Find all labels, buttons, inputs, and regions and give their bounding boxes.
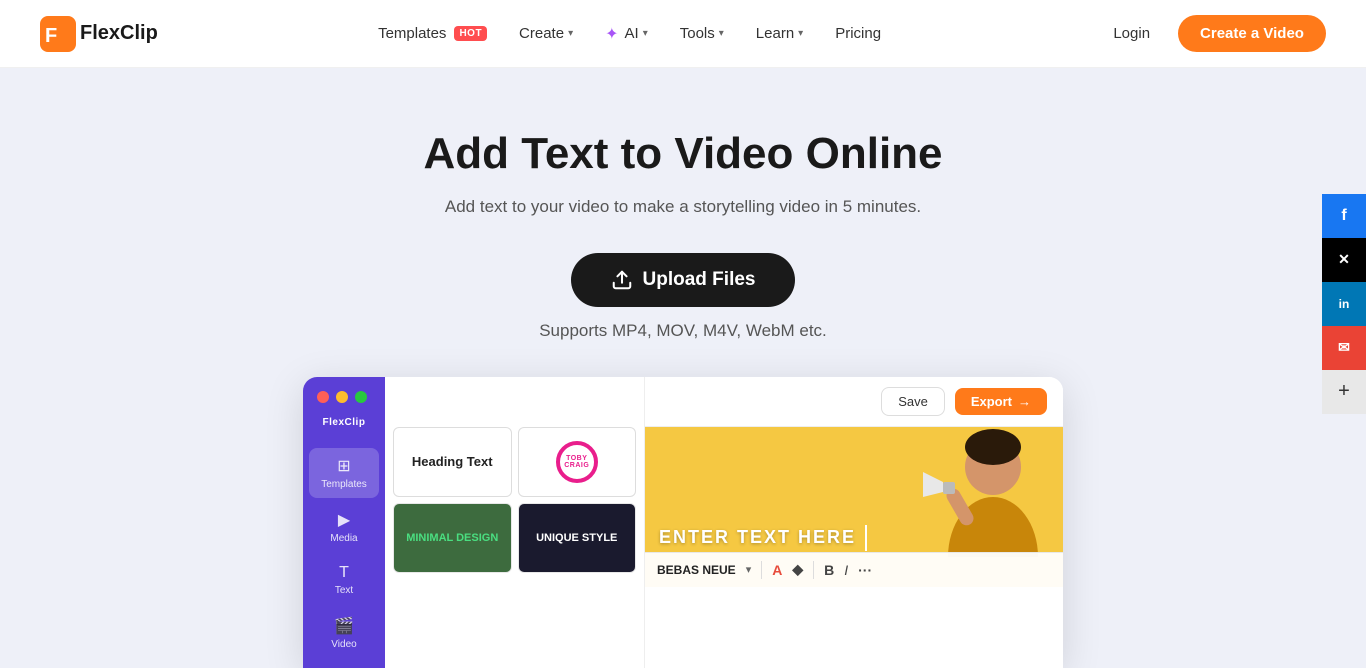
- chevron-down-icon: ▾: [568, 28, 573, 39]
- email-share-button[interactable]: ✉: [1322, 326, 1366, 370]
- upload-button[interactable]: Upload Files: [571, 253, 796, 307]
- nav-links: Templates HOT Create ▾ ✦ AI ▾ Tools ▾ Le…: [366, 16, 893, 52]
- plus-icon: +: [1338, 380, 1350, 403]
- supports-text: Supports MP4, MOV, M4V, WebM etc.: [20, 321, 1346, 341]
- svg-text:F: F: [45, 25, 57, 47]
- more-options-icon[interactable]: ···: [858, 562, 872, 578]
- template-minimal[interactable]: MINIMAL DESIGN: [393, 503, 512, 573]
- bold-icon[interactable]: B: [824, 562, 834, 578]
- toby-circle: TOBY CRAIG: [556, 441, 598, 483]
- media-icon: ▶: [338, 510, 350, 530]
- chevron-down-icon: ▾: [643, 28, 648, 39]
- export-button[interactable]: Export →: [955, 388, 1047, 415]
- nav-right: Login Create a Video: [1101, 15, 1326, 52]
- linkedin-icon: in: [1339, 297, 1350, 311]
- highlight-icon[interactable]: ◆: [792, 561, 803, 578]
- save-button[interactable]: Save: [881, 387, 945, 416]
- nav-templates[interactable]: Templates HOT: [366, 17, 499, 50]
- email-icon: ✉: [1338, 339, 1350, 356]
- login-button[interactable]: Login: [1101, 17, 1162, 50]
- preview-wrapper: FlexClip ⊞ Templates ▶ Media T Text 🎬 Vi…: [20, 377, 1346, 668]
- nav-learn[interactable]: Learn ▾: [744, 17, 815, 50]
- sidebar-item-templates[interactable]: ⊞ Templates: [309, 448, 379, 498]
- chevron-down-icon: ▾: [719, 28, 724, 39]
- facebook-icon: f: [1341, 207, 1346, 225]
- text-toolbar: BEBAS NEUE ▾ A ◆ B I ···: [645, 552, 1063, 587]
- more-share-button[interactable]: +: [1322, 370, 1366, 414]
- text-icon: T: [339, 564, 349, 582]
- video-icon: 🎬: [334, 616, 354, 636]
- nav-create[interactable]: Create ▾: [507, 17, 585, 50]
- text-cursor: [865, 525, 867, 551]
- hero-subtitle: Add text to your video to make a storyte…: [20, 197, 1346, 217]
- create-video-button[interactable]: Create a Video: [1178, 15, 1326, 52]
- chevron-down-icon: ▾: [798, 28, 803, 39]
- twitter-x-icon: ✕: [1338, 251, 1350, 268]
- template-heading[interactable]: Heading Text: [393, 427, 512, 497]
- italic-icon[interactable]: I: [844, 562, 848, 578]
- editor-canvas: ENTER TEXT HERE BEBAS NEUE ▾ A ◆ B I ···: [645, 427, 1063, 587]
- maximize-dot: [355, 391, 367, 403]
- toolbar-separator: [813, 561, 814, 579]
- navbar: F FlexClip Templates HOT Create ▾ ✦ AI ▾…: [0, 0, 1366, 68]
- social-sidebar: f ✕ in ✉ +: [1322, 194, 1366, 414]
- enter-text-label: ENTER TEXT HERE: [659, 525, 867, 551]
- close-dot: [317, 391, 329, 403]
- hero-title: Add Text to Video Online: [20, 128, 1346, 181]
- editor-panel: Save Export →: [645, 377, 1063, 668]
- template-toby[interactable]: TOBY CRAIG: [518, 427, 637, 497]
- templates-panel: Heading Text TOBY CRAIG MINIMAL DESIGN: [385, 377, 645, 668]
- app-sidebar: FlexClip ⊞ Templates ▶ Media T Text 🎬 Vi…: [303, 377, 385, 668]
- editor-topbar: Save Export →: [645, 377, 1063, 427]
- sidebar-logo: FlexClip: [323, 417, 366, 428]
- sidebar-item-video[interactable]: 🎬 Video: [309, 608, 379, 658]
- woman-image: [903, 427, 1063, 557]
- sidebar-item-media[interactable]: ▶ Media: [309, 502, 379, 552]
- font-color-icon[interactable]: A: [772, 562, 782, 578]
- hero-section: Add Text to Video Online Add text to you…: [0, 68, 1366, 668]
- nav-ai[interactable]: ✦ AI ▾: [593, 16, 660, 52]
- ai-star-icon: ✦: [605, 24, 618, 44]
- templates-grid: Heading Text TOBY CRAIG MINIMAL DESIGN: [385, 377, 644, 581]
- toolbar-separator: [761, 561, 762, 579]
- upload-icon: [611, 269, 633, 291]
- font-name: BEBAS NEUE: [657, 563, 736, 577]
- arrow-right-icon: →: [1018, 394, 1031, 409]
- nav-pricing[interactable]: Pricing: [823, 17, 893, 50]
- twitter-share-button[interactable]: ✕: [1322, 238, 1366, 282]
- templates-icon: ⊞: [337, 456, 350, 476]
- sidebar-item-text[interactable]: T Text: [309, 556, 379, 604]
- logo-text: FlexClip: [80, 22, 158, 45]
- facebook-share-button[interactable]: f: [1322, 194, 1366, 238]
- chevron-down-icon[interactable]: ▾: [746, 563, 752, 576]
- linkedin-share-button[interactable]: in: [1322, 282, 1366, 326]
- nav-tools[interactable]: Tools ▾: [668, 17, 736, 50]
- logo[interactable]: F FlexClip: [40, 16, 158, 52]
- traffic-lights: [317, 391, 367, 403]
- minimize-dot: [336, 391, 348, 403]
- preview-card: FlexClip ⊞ Templates ▶ Media T Text 🎬 Vi…: [303, 377, 1063, 668]
- hot-badge: HOT: [454, 26, 487, 41]
- template-unique[interactable]: UNIQUE STYLE: [518, 503, 637, 573]
